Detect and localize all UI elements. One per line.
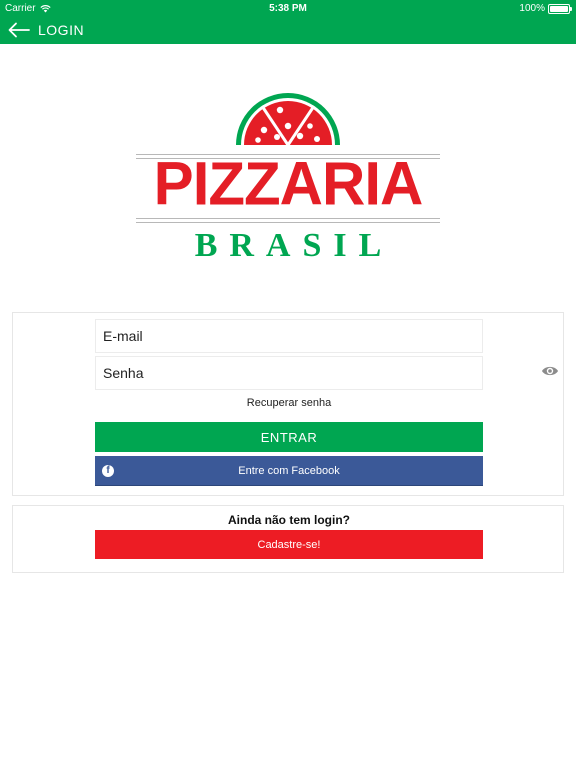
recover-password-link[interactable]: Recuperar senha [95, 397, 483, 409]
enter-button[interactable]: ENTRAR [95, 422, 483, 452]
nav-bar: LOGIN [0, 16, 576, 44]
logo-text-brasil: BRASIL [194, 227, 394, 264]
battery-fill [550, 5, 568, 12]
facebook-login-label: Entre com Facebook [238, 464, 340, 477]
top-bar: Carrier 5:38 PM 100% LOGIN [0, 0, 576, 44]
eye-icon[interactable] [541, 365, 559, 377]
status-right: 100% [519, 3, 572, 14]
arrow-left-icon [8, 22, 30, 38]
logo-text-pizzaria: PIZZARIA [153, 149, 424, 218]
facebook-icon: f [102, 465, 114, 477]
signup-card: Ainda não tem login? Cadastre-se! [12, 505, 564, 573]
page-title: LOGIN [38, 22, 85, 38]
facebook-login-button[interactable]: f Entre com Facebook [95, 456, 483, 486]
pizzaria-brasil-logo: PIZZARIA BRASIL [130, 88, 446, 268]
status-bar: Carrier 5:38 PM 100% [0, 0, 576, 16]
status-time: 5:38 PM [269, 3, 307, 14]
logo-divider-bottom [136, 218, 440, 219]
login-card: Recuperar senha ENTRAR f Entre com Faceb… [12, 312, 564, 496]
password-field[interactable] [95, 356, 483, 390]
battery-icon [548, 3, 572, 14]
logo-divider-bottom-2 [136, 222, 440, 223]
pizza-slice-icon [236, 93, 340, 146]
back-button[interactable]: LOGIN [0, 22, 84, 38]
signup-button[interactable]: Cadastre-se! [95, 530, 483, 559]
email-field[interactable] [95, 319, 483, 353]
no-login-prompt: Ainda não tem login? [228, 513, 350, 527]
battery-percent: 100% [519, 3, 545, 14]
